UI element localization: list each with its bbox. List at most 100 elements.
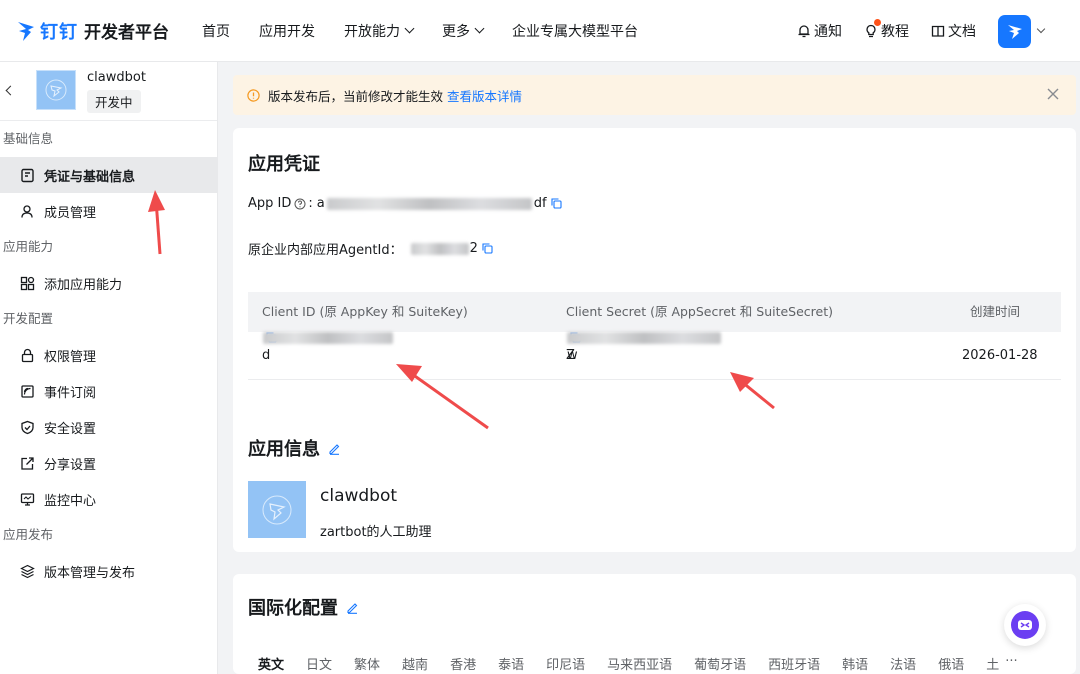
nav-home[interactable]: 首页	[202, 21, 230, 41]
tab-japanese[interactable]: 日文	[306, 654, 332, 673]
copy-icon[interactable]	[551, 198, 562, 209]
sidebar-section-capabilities: 应用能力	[3, 239, 54, 254]
sidebar-item-members[interactable]: 成员管理	[0, 193, 217, 229]
release-notice-banner: 版本发布后，当前修改才能生效 查看版本详情	[233, 75, 1076, 115]
sidebar-item-monitor[interactable]: 监控中心	[0, 481, 217, 517]
app-info-title: 应用信息	[248, 435, 341, 461]
tab-korean[interactable]: 韩语	[842, 654, 868, 673]
created-time-cell: 2026-01-28	[962, 348, 1038, 363]
info-icon	[247, 88, 260, 102]
agent-id-row: 原企业内部应用AgentId： 2	[248, 239, 493, 258]
sidebar-app-header: clawdbot 开发中	[0, 62, 217, 121]
nav-more[interactable]: 更多	[442, 21, 485, 41]
monitor-icon	[20, 492, 35, 506]
app-logo-icon	[45, 79, 67, 101]
sidebar: clawdbot 开发中 基础信息 凭证与基础信息 成员管理 应用能力 添加应用…	[0, 62, 218, 674]
app-id-visible-prefix: a	[316, 196, 325, 211]
app-status-badge: 开发中	[87, 90, 141, 113]
nav-app-dev[interactable]: 应用开发	[259, 21, 315, 41]
app-info-card: 应用信息 clawdbot zartbot的人工助理	[233, 418, 1076, 552]
sidebar-app-name: clawdbot	[87, 70, 146, 85]
app-info-description: zartbot的人工助理	[320, 525, 432, 540]
sidebar-item-event-subscription[interactable]: 事件订阅	[0, 373, 217, 409]
chevron-down-icon	[474, 23, 485, 34]
layers-icon	[20, 564, 35, 578]
sidebar-item-version-release[interactable]: 版本管理与发布	[0, 553, 217, 589]
share-icon	[21, 456, 34, 470]
i18n-card: 国际化配置 英文 日文 繁体 越南 香港 泰语 印尼语 马来西亚语 葡萄牙语 西…	[233, 574, 1076, 674]
platform-title: 开发者平台	[84, 23, 169, 43]
chevron-down-icon	[404, 23, 415, 34]
lightbulb-icon	[866, 24, 876, 38]
app-thumbnail	[36, 70, 76, 110]
brand-name: 钉钉	[40, 21, 78, 43]
help-icon[interactable]	[294, 198, 306, 210]
sidebar-item-security[interactable]: 安全设置	[0, 409, 217, 445]
copy-icon[interactable]	[482, 243, 493, 254]
chevron-down-icon	[1036, 24, 1046, 34]
tab-hongkong[interactable]: 香港	[450, 654, 476, 673]
tab-turkish[interactable]: 土	[986, 654, 999, 673]
credentials-title: 应用凭证	[248, 154, 320, 175]
dingtalk-logo[interactable]: 钉钉 开发者平台	[16, 18, 186, 44]
lock-icon	[21, 348, 34, 362]
credentials-card: 应用凭证 App ID : a df 原企业内部应用AgentId： 2 Cli…	[233, 128, 1076, 460]
tab-malay[interactable]: 马来西亚语	[607, 654, 672, 673]
column-client-secret: Client Secret (原 AppSecret 和 SuiteSecret…	[566, 304, 834, 319]
nav-right: 通知 教程 文档	[797, 0, 1080, 62]
agent-id-visible-suffix: 2	[469, 241, 478, 256]
client-secret-cell: Z w	[566, 332, 721, 363]
app-id-row: App ID : a df	[248, 196, 562, 211]
book-icon	[931, 25, 945, 37]
table-header: Client ID (原 AppKey 和 SuiteKey) Client S…	[248, 292, 1061, 332]
sidebar-item-share[interactable]: 分享设置	[0, 445, 217, 481]
dingtalk-bird-icon	[1007, 25, 1022, 39]
agent-id-redacted	[410, 242, 469, 255]
app-switcher[interactable]	[998, 14, 1046, 48]
tab-english[interactable]: 英文	[258, 654, 284, 673]
tabs-more-button[interactable]: ···	[1005, 654, 1017, 673]
bell-icon	[798, 25, 810, 38]
back-icon[interactable]	[5, 85, 16, 96]
sidebar-item-add-capability[interactable]: 添加应用能力	[0, 265, 217, 301]
client-id-cell: d	[262, 332, 393, 363]
tab-russian[interactable]: 俄语	[938, 654, 964, 673]
tab-french[interactable]: 法语	[890, 654, 916, 673]
top-navbar: 钉钉 开发者平台 首页 应用开发 开放能力 更多 企业专属大模型平台 通知 教程…	[0, 0, 1080, 62]
tutorial-button[interactable]: 教程	[864, 19, 909, 41]
client-id-redacted	[263, 332, 393, 344]
nav-enterprise-llm[interactable]: 企业专属大模型平台	[512, 21, 638, 41]
edit-icon[interactable]	[328, 442, 341, 455]
sidebar-section-dev-config: 开发配置	[3, 311, 54, 326]
client-secret-redacted	[567, 332, 721, 344]
i18n-title: 国际化配置	[248, 594, 359, 620]
main-nav: 首页 应用开发 开放能力 更多 企业专属大模型平台	[202, 21, 667, 41]
credential-icon	[21, 168, 34, 182]
shield-icon	[21, 420, 34, 434]
user-icon	[21, 204, 33, 218]
app-id-redacted	[326, 197, 532, 210]
assistant-icon	[1011, 611, 1039, 639]
ai-assistant-button[interactable]	[1004, 604, 1046, 646]
view-version-details-link[interactable]: 查看版本详情	[447, 86, 522, 105]
close-icon[interactable]	[1046, 87, 1060, 101]
tab-traditional-chinese[interactable]: 繁体	[354, 654, 380, 673]
grid-add-icon	[20, 276, 35, 290]
tab-portuguese[interactable]: 葡萄牙语	[694, 654, 746, 673]
column-created-time: 创建时间	[970, 304, 1021, 319]
sidebar-section-basic: 基础信息	[3, 131, 54, 146]
notify-button[interactable]: 通知	[797, 21, 842, 41]
tab-vietnamese[interactable]: 越南	[402, 654, 428, 673]
table-row: d Z w 2026-01-28	[248, 332, 1061, 380]
tab-thai[interactable]: 泰语	[498, 654, 524, 673]
edit-icon[interactable]	[346, 601, 359, 614]
dingtalk-logo-icon	[18, 21, 34, 41]
docs-button[interactable]: 文档	[931, 21, 976, 41]
tab-indonesian[interactable]: 印尼语	[546, 654, 585, 673]
nav-open-capabilities[interactable]: 开放能力	[344, 21, 415, 41]
app-logo-icon	[262, 495, 292, 524]
sidebar-item-permissions[interactable]: 权限管理	[0, 337, 217, 373]
tab-spanish[interactable]: 西班牙语	[768, 654, 820, 673]
sidebar-item-credentials[interactable]: 凭证与基础信息	[0, 157, 217, 193]
sidebar-section-publish: 应用发布	[3, 527, 54, 542]
